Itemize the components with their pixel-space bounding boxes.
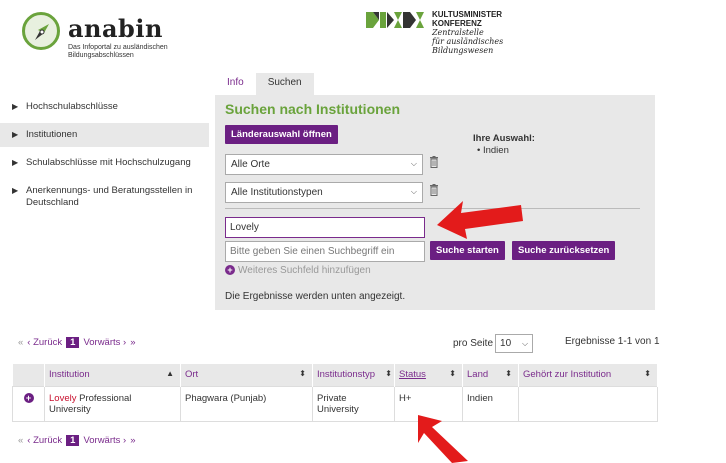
sidebar: ▶ Hochschulabschlüsse ▶ Institutionen ▶ … [0, 95, 209, 217]
per-page-control: pro Seite 10 ⌵ [453, 334, 534, 353]
expand-cell: + [12, 385, 45, 422]
tab-bar: Info Suchen [215, 73, 314, 95]
tab-suchen[interactable]: Suchen [255, 73, 314, 95]
header-ort[interactable]: Ort ⬍ [180, 364, 313, 386]
results-count: Ergebnisse 1-1 von 1 [565, 336, 660, 347]
selection-item: • Indien [477, 145, 509, 156]
selection-heading: Ihre Auswahl: [473, 133, 535, 144]
sort-icon: ⬍ [505, 369, 512, 378]
anabin-logo[interactable]: anabin Das Infoportal zu ausländischen B… [20, 10, 200, 66]
annotation-arrow-icon [437, 201, 523, 239]
search-input-secondary[interactable]: Bitte geben Sie einen Suchbegriff ein [225, 241, 425, 262]
sidebar-item-label: Anerkennungs- und Beratungsstellen in De… [26, 185, 193, 208]
logo-subtitle: Das Infoportal zu ausländischen Bildungs… [68, 44, 168, 59]
chevron-down-icon: ⌵ [521, 339, 529, 348]
pager-first[interactable]: « [18, 337, 23, 348]
sidebar-item-hochschulabschluesse[interactable]: ▶ Hochschulabschlüsse [0, 95, 209, 119]
header-land[interactable]: Land ⬍ [462, 364, 519, 386]
sort-asc-icon: ▲ [166, 369, 174, 378]
header-gehoert[interactable]: Gehört zur Institution ⬍ [518, 364, 658, 386]
sidebar-item-label: Institutionen [26, 129, 78, 140]
sidebar-item-anerkennungsstellen[interactable]: ▶ Anerkennungs- und Beratungsstellen in … [0, 179, 209, 217]
results-table: Institution ▲ Ort ⬍ Institutionstyp ⬍ Statu… [12, 364, 658, 422]
cell-institutionstyp: Private University [312, 385, 395, 422]
compass-icon [22, 12, 60, 50]
kmk-logo[interactable]: KULTUSMINISTER KONFERENZ Zentralstelle f… [366, 10, 566, 60]
chevron-down-icon: ⌵ [410, 159, 417, 168]
header-expand [12, 364, 45, 386]
chevron-right-icon: ▶ [12, 158, 19, 167]
cell-ort: Phagwara (Punjab) [180, 385, 313, 422]
cell-land: Indien [462, 385, 519, 422]
selection-summary: Ihre Auswahl: • Indien [473, 133, 535, 156]
pagination-top: « ‹ Zurück 1 Vorwärts › » [18, 337, 136, 348]
kmk-mark-icon [366, 12, 424, 28]
chevron-right-icon: ▶ [12, 186, 19, 195]
expand-row-icon[interactable]: + [23, 392, 34, 403]
sidebar-item-label: Schulabschlüsse mit Hochschulzugang [26, 157, 191, 168]
reset-search-button[interactable]: Suche zurücksetzen [512, 241, 616, 260]
add-search-field-link[interactable]: + Weiteres Suchfeld hinzufügen [225, 265, 371, 276]
institution-type-select[interactable]: Alle Institutionstypen ⌵ [225, 182, 423, 203]
per-page-label: pro Seite [453, 338, 494, 349]
header-institution[interactable]: Institution ▲ [44, 364, 181, 386]
cell-gehoert [518, 385, 658, 422]
results-note: Die Ergebnisse werden unten angezeigt. [225, 291, 406, 302]
sidebar-item-label: Hochschulabschlüsse [26, 101, 118, 112]
header-status[interactable]: Status ⬍ [394, 364, 463, 386]
sidebar-item-institutionen[interactable]: ▶ Institutionen [0, 123, 209, 147]
chevron-right-icon: ▶ [12, 130, 19, 139]
search-input[interactable]: Lovely [225, 217, 425, 238]
pager-prev[interactable]: ‹ Zurück [27, 337, 62, 348]
sort-icon: ⬍ [449, 369, 456, 378]
tab-info[interactable]: Info [215, 73, 256, 95]
logo-name: anabin [68, 14, 163, 43]
divider [225, 208, 640, 209]
pager-current[interactable]: 1 [66, 435, 80, 446]
pager-current[interactable]: 1 [66, 337, 80, 348]
table-row: + Lovely Professional University Phagwar… [12, 385, 658, 422]
start-search-button[interactable]: Suche starten [430, 241, 505, 260]
header-institutionstyp[interactable]: Institutionstyp ⬍ [312, 364, 395, 386]
pager-next[interactable]: Vorwärts › [83, 435, 126, 446]
pager-last[interactable]: » [130, 337, 135, 348]
sidebar-item-schulabschluesse[interactable]: ▶ Schulabschlüsse mit Hochschulzugang [0, 151, 209, 175]
pagination-bottom: « ‹ Zurück 1 Vorwärts › » [18, 435, 136, 446]
cell-institution[interactable]: Lovely Professional University [44, 385, 181, 422]
sort-icon: ⬍ [385, 369, 392, 378]
sort-icon: ⬍ [299, 369, 306, 378]
kmk-text: KULTUSMINISTER KONFERENZ Zentralstelle f… [432, 10, 504, 55]
page-title: Suchen nach Institutionen [225, 101, 401, 117]
sort-icon: ⬍ [644, 369, 651, 378]
table-header-row: Institution ▲ Ort ⬍ Institutionstyp ⬍ Statu… [12, 364, 658, 386]
country-selection-button[interactable]: Länderauswahl öffnen [225, 125, 338, 144]
annotation-arrow-icon [418, 415, 468, 463]
pager-next[interactable]: Vorwärts › [83, 337, 126, 348]
trash-icon[interactable] [429, 156, 439, 168]
per-page-select[interactable]: 10 ⌵ [495, 334, 534, 353]
pager-first[interactable]: « [18, 435, 23, 446]
chevron-down-icon: ⌵ [410, 187, 417, 196]
pager-last[interactable]: » [130, 435, 135, 446]
place-select[interactable]: Alle Orte ⌵ [225, 154, 423, 175]
pager-prev[interactable]: ‹ Zurück [27, 435, 62, 446]
chevron-right-icon: ▶ [12, 102, 19, 111]
plus-circle-icon: + [225, 265, 235, 275]
